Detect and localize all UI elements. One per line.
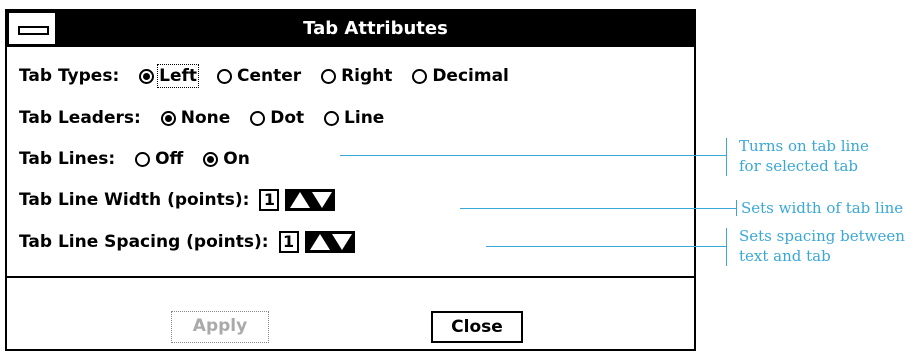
callout-leader-width	[460, 208, 736, 209]
radio-icon[interactable]	[135, 152, 151, 167]
leader-dot-label: Dot	[270, 108, 305, 128]
tab-lines-off-label: Off	[155, 149, 184, 169]
tab-type-left-option[interactable]: Left	[139, 64, 200, 88]
tab-types-row: Tab Types: Left Center Right Decimal	[19, 64, 509, 88]
divider	[7, 276, 694, 278]
radio-selected-icon[interactable]	[139, 69, 155, 84]
tab-type-center-label: Center	[236, 66, 302, 86]
callout-tab-lines-line2: for selected tab	[739, 157, 859, 175]
tab-lines-off-option[interactable]: Off	[135, 147, 183, 171]
tab-type-right-label: Right	[341, 66, 393, 86]
tab-lines-on-option[interactable]: On	[203, 147, 250, 171]
system-menu-icon	[18, 26, 49, 35]
tab-lines-label: Tab Lines:	[19, 149, 116, 169]
tab-type-decimal-label: Decimal	[432, 66, 509, 86]
leader-line-option[interactable]: Line	[324, 106, 384, 130]
tab-attributes-dialog: Tab Attributes Tab Types: Left Center Ri…	[5, 9, 696, 351]
line-spacing-label: Tab Line Spacing (points):	[19, 232, 269, 252]
spin-down-icon[interactable]	[331, 234, 352, 250]
radio-icon[interactable]	[324, 111, 340, 126]
tab-leaders-row: Tab Leaders: None Dot Line	[19, 106, 384, 130]
tab-type-center-option[interactable]: Center	[216, 64, 302, 88]
spin-up-icon[interactable]	[309, 234, 330, 250]
callout-spacing-line1: Sets spacing between	[739, 227, 905, 245]
spin-up-icon[interactable]	[290, 192, 311, 208]
tab-lines-row: Tab Lines: Off On	[19, 147, 250, 171]
apply-button[interactable]: Apply	[171, 311, 269, 343]
line-width-label: Tab Line Width (points):	[19, 190, 250, 210]
callout-width-text: Sets width of tab line	[741, 199, 904, 217]
leader-dot-option[interactable]: Dot	[250, 106, 304, 130]
callout-leader-tab-lines	[340, 155, 726, 156]
close-button[interactable]: Close	[431, 311, 523, 343]
tab-type-decimal-option[interactable]: Decimal	[412, 64, 509, 88]
callout-bar-tab-lines	[726, 138, 727, 176]
callout-spacing-line2: text and tab	[739, 247, 831, 265]
radio-selected-icon[interactable]	[203, 152, 219, 167]
tab-types-label: Tab Types:	[19, 66, 120, 86]
radio-icon[interactable]	[412, 69, 428, 84]
line-width-row: Tab Line Width (points): 1	[19, 188, 336, 212]
dialog-title: Tab Attributes	[303, 18, 448, 39]
tab-type-right-option[interactable]: Right	[321, 64, 392, 88]
line-spacing-row: Tab Line Spacing (points): 1	[19, 230, 355, 254]
title-bar: Tab Attributes	[7, 11, 694, 47]
line-width-spinner[interactable]	[285, 189, 336, 211]
tab-type-left-label: Left	[157, 64, 200, 88]
tab-lines-on-label: On	[223, 149, 250, 169]
leader-line-label: Line	[344, 108, 385, 128]
leader-none-label: None	[180, 108, 231, 128]
radio-icon[interactable]	[321, 69, 337, 84]
callout-spacing: Sets spacing between text and tab	[739, 226, 905, 266]
callout-bar-spacing	[726, 228, 727, 266]
callout-bar-width	[736, 200, 737, 216]
spin-down-icon[interactable]	[312, 192, 333, 208]
callout-leader-spacing	[486, 246, 726, 247]
callout-width: Sets width of tab line	[741, 198, 903, 218]
radio-selected-icon[interactable]	[160, 111, 176, 126]
callout-tab-lines: Turns on tab line for selected tab	[739, 136, 869, 176]
tab-leaders-label: Tab Leaders:	[19, 108, 141, 128]
callout-tab-lines-line1: Turns on tab line	[739, 137, 869, 155]
system-menu-button[interactable]	[9, 13, 57, 44]
line-width-input[interactable]: 1	[259, 189, 280, 211]
leader-none-option[interactable]: None	[160, 106, 231, 130]
line-spacing-spinner[interactable]	[304, 231, 355, 253]
radio-icon[interactable]	[250, 111, 266, 126]
radio-icon[interactable]	[216, 69, 232, 84]
line-spacing-input[interactable]: 1	[278, 231, 299, 253]
